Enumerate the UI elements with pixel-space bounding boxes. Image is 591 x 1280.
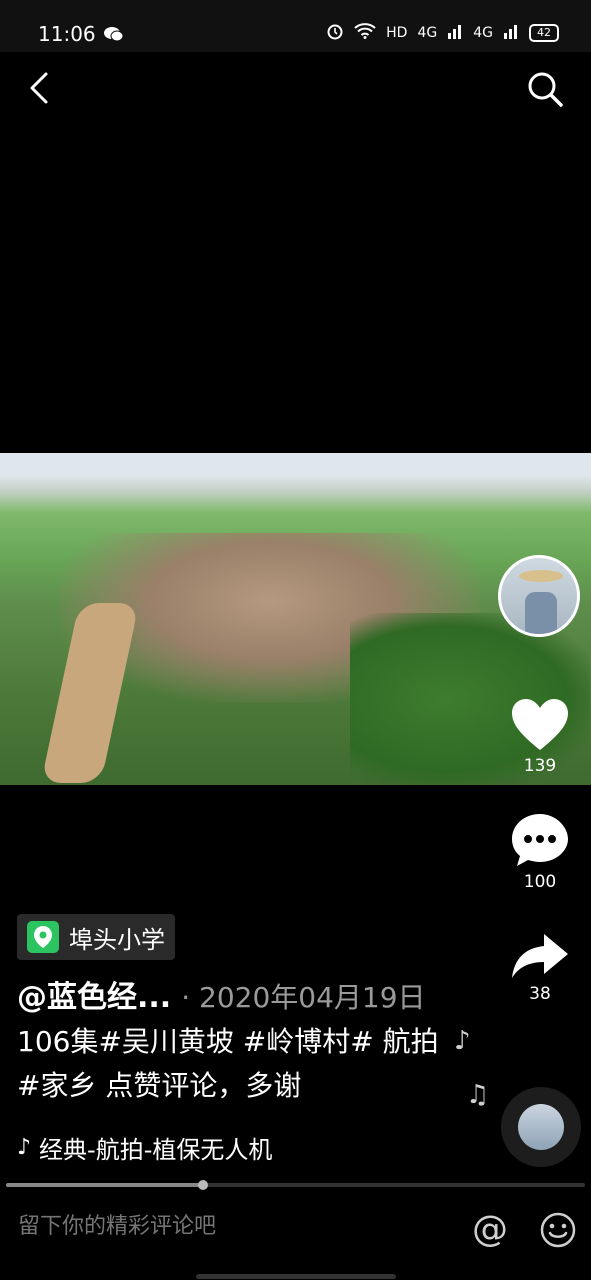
comment-button[interactable]: 100 xyxy=(505,812,575,892)
share-count: 38 xyxy=(529,984,551,1004)
comment-count: 100 xyxy=(523,872,557,892)
emoji-button[interactable] xyxy=(540,1212,576,1248)
search-icon xyxy=(528,72,563,107)
battery-icon: 42 xyxy=(529,24,559,42)
comment-bubble-icon xyxy=(512,814,568,866)
signal-icon-2 xyxy=(503,23,519,43)
signal-4g-label-2: 4G xyxy=(473,25,493,41)
location-name: 埠头小学 xyxy=(69,925,165,954)
video-caption: 106集#吴川黄坡 #岭博村# 航拍 #家乡 点赞评论，多谢 xyxy=(17,1025,439,1102)
back-button[interactable] xyxy=(22,70,58,106)
music-note-icon: ♪ xyxy=(17,1135,32,1160)
heart-icon xyxy=(512,699,568,750)
search-button[interactable] xyxy=(526,70,564,108)
status-time: 11:06 xyxy=(38,22,96,46)
floating-note-icon-2: ♫ xyxy=(466,1080,490,1110)
progress-fill xyxy=(6,1183,203,1187)
status-icons: HD 4G 4G 42 xyxy=(326,22,559,44)
comment-input[interactable] xyxy=(18,1214,438,1239)
signal-icon xyxy=(447,23,463,43)
author-avatar[interactable] xyxy=(498,555,580,637)
share-button[interactable]: 38 xyxy=(505,932,575,1004)
wifi-icon xyxy=(354,23,376,43)
video-player[interactable] xyxy=(0,453,591,785)
location-tag[interactable]: 埠头小学 xyxy=(17,914,175,960)
music-title: 经典-航拍-植保无人机 xyxy=(39,1136,273,1164)
location-pin-icon xyxy=(27,921,59,953)
wechat-icon xyxy=(104,26,124,46)
post-date: · 2020年04月19日 xyxy=(181,981,426,1014)
author-row: @蓝色经... · 2020年04月19日 xyxy=(17,972,426,1016)
chevron-left-icon xyxy=(30,72,48,104)
floating-note-icon: ♪ xyxy=(454,1026,471,1056)
home-indicator xyxy=(196,1274,396,1279)
music-row[interactable]: ♪ 经典-航拍-植保无人机 xyxy=(17,1130,309,1165)
music-cover xyxy=(518,1104,564,1150)
video-progress-bar[interactable] xyxy=(6,1180,585,1190)
progress-handle[interactable] xyxy=(197,1180,208,1190)
smiley-icon xyxy=(540,1212,576,1248)
share-arrow-icon xyxy=(512,934,568,978)
like-button[interactable]: 139 xyxy=(505,698,575,776)
status-bar: 11:06 HD 4G 4G 42 xyxy=(0,0,591,52)
author-name[interactable]: @蓝色经... xyxy=(17,972,171,1016)
music-disc-button[interactable] xyxy=(501,1087,581,1167)
mention-button[interactable]: @ xyxy=(472,1210,508,1250)
hd-label: HD xyxy=(386,25,408,41)
alarm-icon xyxy=(326,22,344,44)
signal-4g-label: 4G xyxy=(417,25,438,41)
like-count: 139 xyxy=(523,756,557,776)
